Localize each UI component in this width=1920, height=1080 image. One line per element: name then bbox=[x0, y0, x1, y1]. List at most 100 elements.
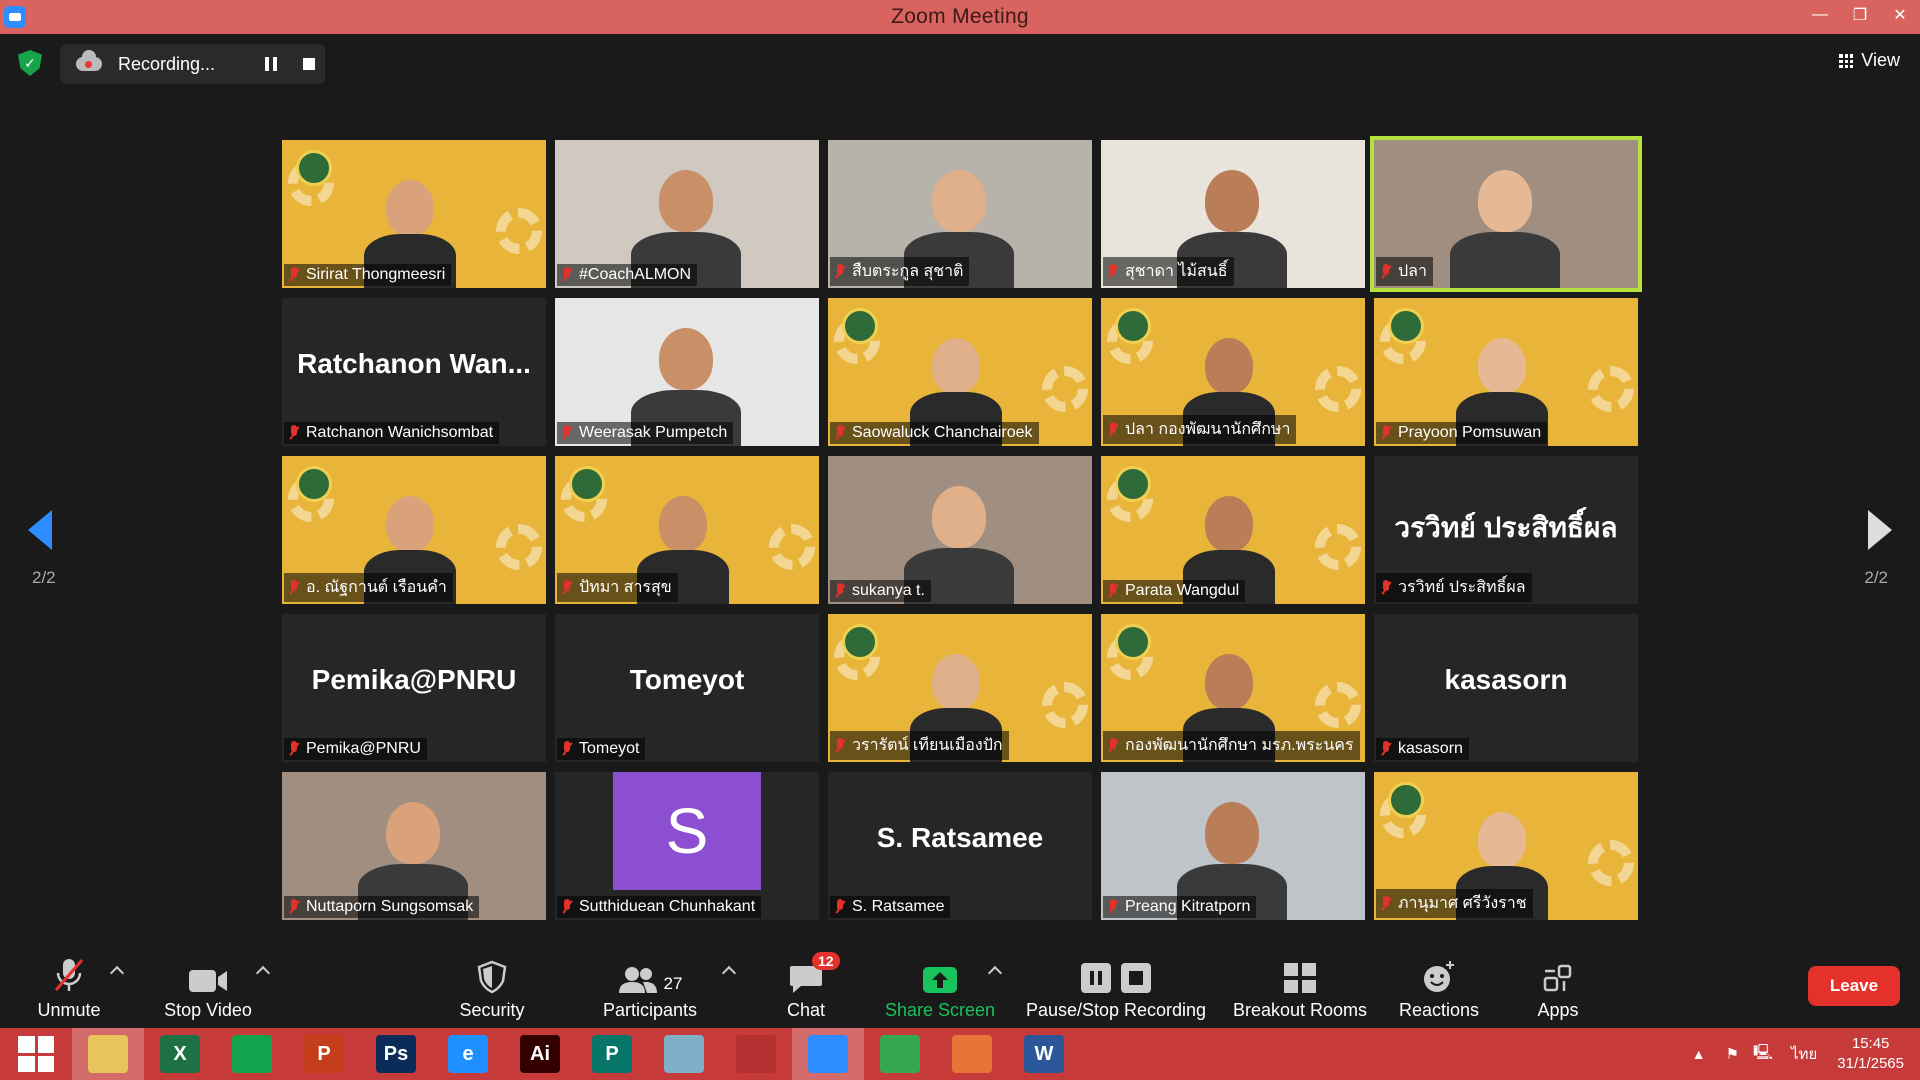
view-button[interactable]: View bbox=[1839, 50, 1900, 71]
gear-decoration-icon bbox=[496, 208, 542, 254]
taskbar-app[interactable]: W bbox=[1008, 1028, 1080, 1080]
participant-name-label: Prayoon Pomsuwan bbox=[1376, 422, 1548, 444]
breakout-rooms-button[interactable]: Breakout Rooms bbox=[1230, 954, 1370, 1021]
participant-tile[interactable]: Tomeyot Tomeyot bbox=[555, 614, 819, 762]
participant-tile[interactable]: Pemika@PNRU Pemika@PNRU bbox=[282, 614, 546, 762]
share-screen-button[interactable]: Share Screen bbox=[884, 954, 996, 1021]
taskbar-app[interactable] bbox=[648, 1028, 720, 1080]
video-options-caret-icon[interactable] bbox=[255, 965, 271, 981]
participant-tile[interactable]: ปลา bbox=[1370, 136, 1642, 292]
participant-tile[interactable]: สุชาดา ไม้สนธิ์ bbox=[1101, 140, 1365, 288]
participant-tile[interactable]: kasasorn kasasorn bbox=[1374, 614, 1638, 762]
minimize-button[interactable]: — bbox=[1800, 0, 1840, 30]
action-center-flag-icon[interactable]: ⚑ bbox=[1726, 1045, 1739, 1063]
file-explorer-icon bbox=[88, 1035, 128, 1073]
next-page-arrow-icon[interactable] bbox=[1868, 510, 1892, 550]
participant-tile[interactable]: Nuttaporn Sungsomsak bbox=[282, 772, 546, 920]
participant-tile[interactable]: ภานุมาศ ศรีวังราช bbox=[1374, 772, 1638, 920]
participant-name-label: Tomeyot bbox=[557, 738, 646, 760]
participant-tile[interactable]: #CoachALMON bbox=[555, 140, 819, 288]
participant-name: วรวิทย์ ประสิทธิ์ผล bbox=[1398, 579, 1526, 596]
mic-muted-icon bbox=[1107, 737, 1119, 754]
participant-display-name: Ratchanon Wan... bbox=[297, 348, 531, 379]
input-language[interactable]: ไทย bbox=[1791, 1042, 1817, 1066]
participant-tile[interactable]: Saowaluck Chanchairoek bbox=[828, 298, 1092, 446]
participant-tile[interactable]: Weerasak Pumpetch bbox=[555, 298, 819, 446]
taskbar-app[interactable]: P bbox=[288, 1028, 360, 1080]
chrome-icon bbox=[880, 1035, 920, 1073]
gear-decoration-icon bbox=[1588, 840, 1634, 886]
taskbar-app[interactable] bbox=[720, 1028, 792, 1080]
taskbar-app[interactable]: P bbox=[576, 1028, 648, 1080]
mic-muted-icon bbox=[1380, 895, 1392, 912]
participant-tile[interactable]: S. Ratsamee S. Ratsamee bbox=[828, 772, 1092, 920]
mic-muted-icon bbox=[561, 425, 573, 441]
participant-tile[interactable]: วรวิทย์ ประสิทธิ์ผล วรวิทย์ ประสิทธิ์ผล bbox=[1374, 456, 1638, 604]
participant-face bbox=[1478, 170, 1532, 232]
taskbar-app[interactable]: Ai bbox=[504, 1028, 576, 1080]
security-button[interactable]: Security bbox=[452, 954, 532, 1021]
participant-tile[interactable]: Preang Kitratporn bbox=[1101, 772, 1365, 920]
apps-icon bbox=[1543, 964, 1572, 992]
pause-recording-icon[interactable] bbox=[265, 57, 277, 71]
participant-name: กองพัฒนานักศึกษา มรภ.พระนคร bbox=[1125, 737, 1354, 754]
unmute-button[interactable]: Unmute bbox=[26, 954, 112, 1021]
gear-decoration-icon bbox=[769, 524, 815, 570]
participant-tile[interactable]: Ratchanon Wan... Ratchanon Wanichsombat bbox=[282, 298, 546, 446]
participants-count: 27 bbox=[663, 974, 683, 993]
gallery-view: Sirirat Thongmeesri #CoachALMON สืบตระกูล … bbox=[282, 136, 1642, 920]
participants-options-caret-icon[interactable] bbox=[721, 965, 737, 981]
encryption-shield-icon[interactable]: ✓ bbox=[18, 50, 42, 76]
clock-time: 15:45 bbox=[1851, 1035, 1890, 1052]
mic-muted-icon bbox=[1380, 263, 1392, 280]
participant-tile[interactable]: ปัทมา สารสุข bbox=[555, 456, 819, 604]
university-seal-icon bbox=[1115, 466, 1151, 502]
participant-name: Parata Wangdul bbox=[1125, 582, 1240, 599]
internet-explorer-icon: e bbox=[448, 1035, 488, 1073]
video-camera-icon bbox=[189, 970, 227, 992]
security-shield-icon bbox=[477, 960, 507, 994]
leave-button[interactable]: Leave bbox=[1808, 966, 1900, 1006]
participant-tile[interactable]: Prayoon Pomsuwan bbox=[1374, 298, 1638, 446]
network-icon[interactable]: 🖳 bbox=[1753, 1042, 1773, 1067]
mic-muted-icon bbox=[288, 579, 300, 596]
participant-name-label: #CoachALMON bbox=[557, 264, 698, 286]
participant-name: สุชาดา ไม้สนธิ์ bbox=[1125, 263, 1228, 280]
taskbar-app[interactable]: Ps bbox=[360, 1028, 432, 1080]
participant-name-label: Sutthiduean Chunhakant bbox=[557, 896, 762, 918]
pause-stop-recording-button[interactable]: Pause/Stop Recording bbox=[1024, 954, 1208, 1021]
taskbar-clock[interactable]: 15:45 31/1/2565 bbox=[1837, 1034, 1904, 1074]
participant-tile[interactable]: Parata Wangdul bbox=[1101, 456, 1365, 604]
taskbar-app[interactable] bbox=[864, 1028, 936, 1080]
maximize-button[interactable]: ❐ bbox=[1840, 0, 1880, 30]
participant-name: Preang Kitratporn bbox=[1125, 898, 1251, 915]
taskbar-app[interactable] bbox=[216, 1028, 288, 1080]
participant-tile[interactable]: สืบตระกูล สุชาติ bbox=[828, 140, 1092, 288]
apps-button[interactable]: Apps bbox=[1530, 954, 1586, 1021]
taskbar-app[interactable]: X bbox=[144, 1028, 216, 1080]
taskbar-app[interactable] bbox=[72, 1028, 144, 1080]
participant-tile[interactable]: อ. ณัฐกานต์ เรือนคำ bbox=[282, 456, 546, 604]
participant-tile[interactable]: วรารัตน์ เทียนเมืองปัก bbox=[828, 614, 1092, 762]
taskbar-app[interactable] bbox=[936, 1028, 1008, 1080]
mic-muted-icon bbox=[288, 425, 300, 441]
audio-options-caret-icon[interactable] bbox=[109, 965, 125, 981]
breakout-rooms-icon bbox=[1284, 963, 1316, 993]
participant-tile[interactable]: S Sutthiduean Chunhakant bbox=[555, 772, 819, 920]
previous-page-arrow-icon[interactable] bbox=[28, 510, 52, 550]
participant-tile[interactable]: กองพัฒนานักศึกษา มรภ.พระนคร bbox=[1101, 614, 1365, 762]
participant-tile[interactable]: ปลา กองพัฒนานักศึกษา bbox=[1101, 298, 1365, 446]
taskbar-app[interactable] bbox=[792, 1028, 864, 1080]
taskbar-app[interactable]: e bbox=[432, 1028, 504, 1080]
participant-name-label: ปลา bbox=[1376, 257, 1433, 286]
taskbar-app[interactable] bbox=[0, 1028, 72, 1080]
participants-button[interactable]: 27 Participants bbox=[598, 954, 702, 1021]
participant-display-name: Pemika@PNRU bbox=[311, 664, 517, 695]
stop-video-button[interactable]: Stop Video bbox=[158, 954, 258, 1021]
show-hidden-icons-icon[interactable]: ▲ bbox=[1692, 1046, 1706, 1062]
close-button[interactable]: ✕ bbox=[1880, 0, 1920, 30]
participant-tile[interactable]: sukanya t. bbox=[828, 456, 1092, 604]
stop-recording-icon[interactable] bbox=[303, 58, 315, 70]
reactions-button[interactable]: Reactions bbox=[1396, 954, 1482, 1021]
participant-tile[interactable]: Sirirat Thongmeesri bbox=[282, 140, 546, 288]
